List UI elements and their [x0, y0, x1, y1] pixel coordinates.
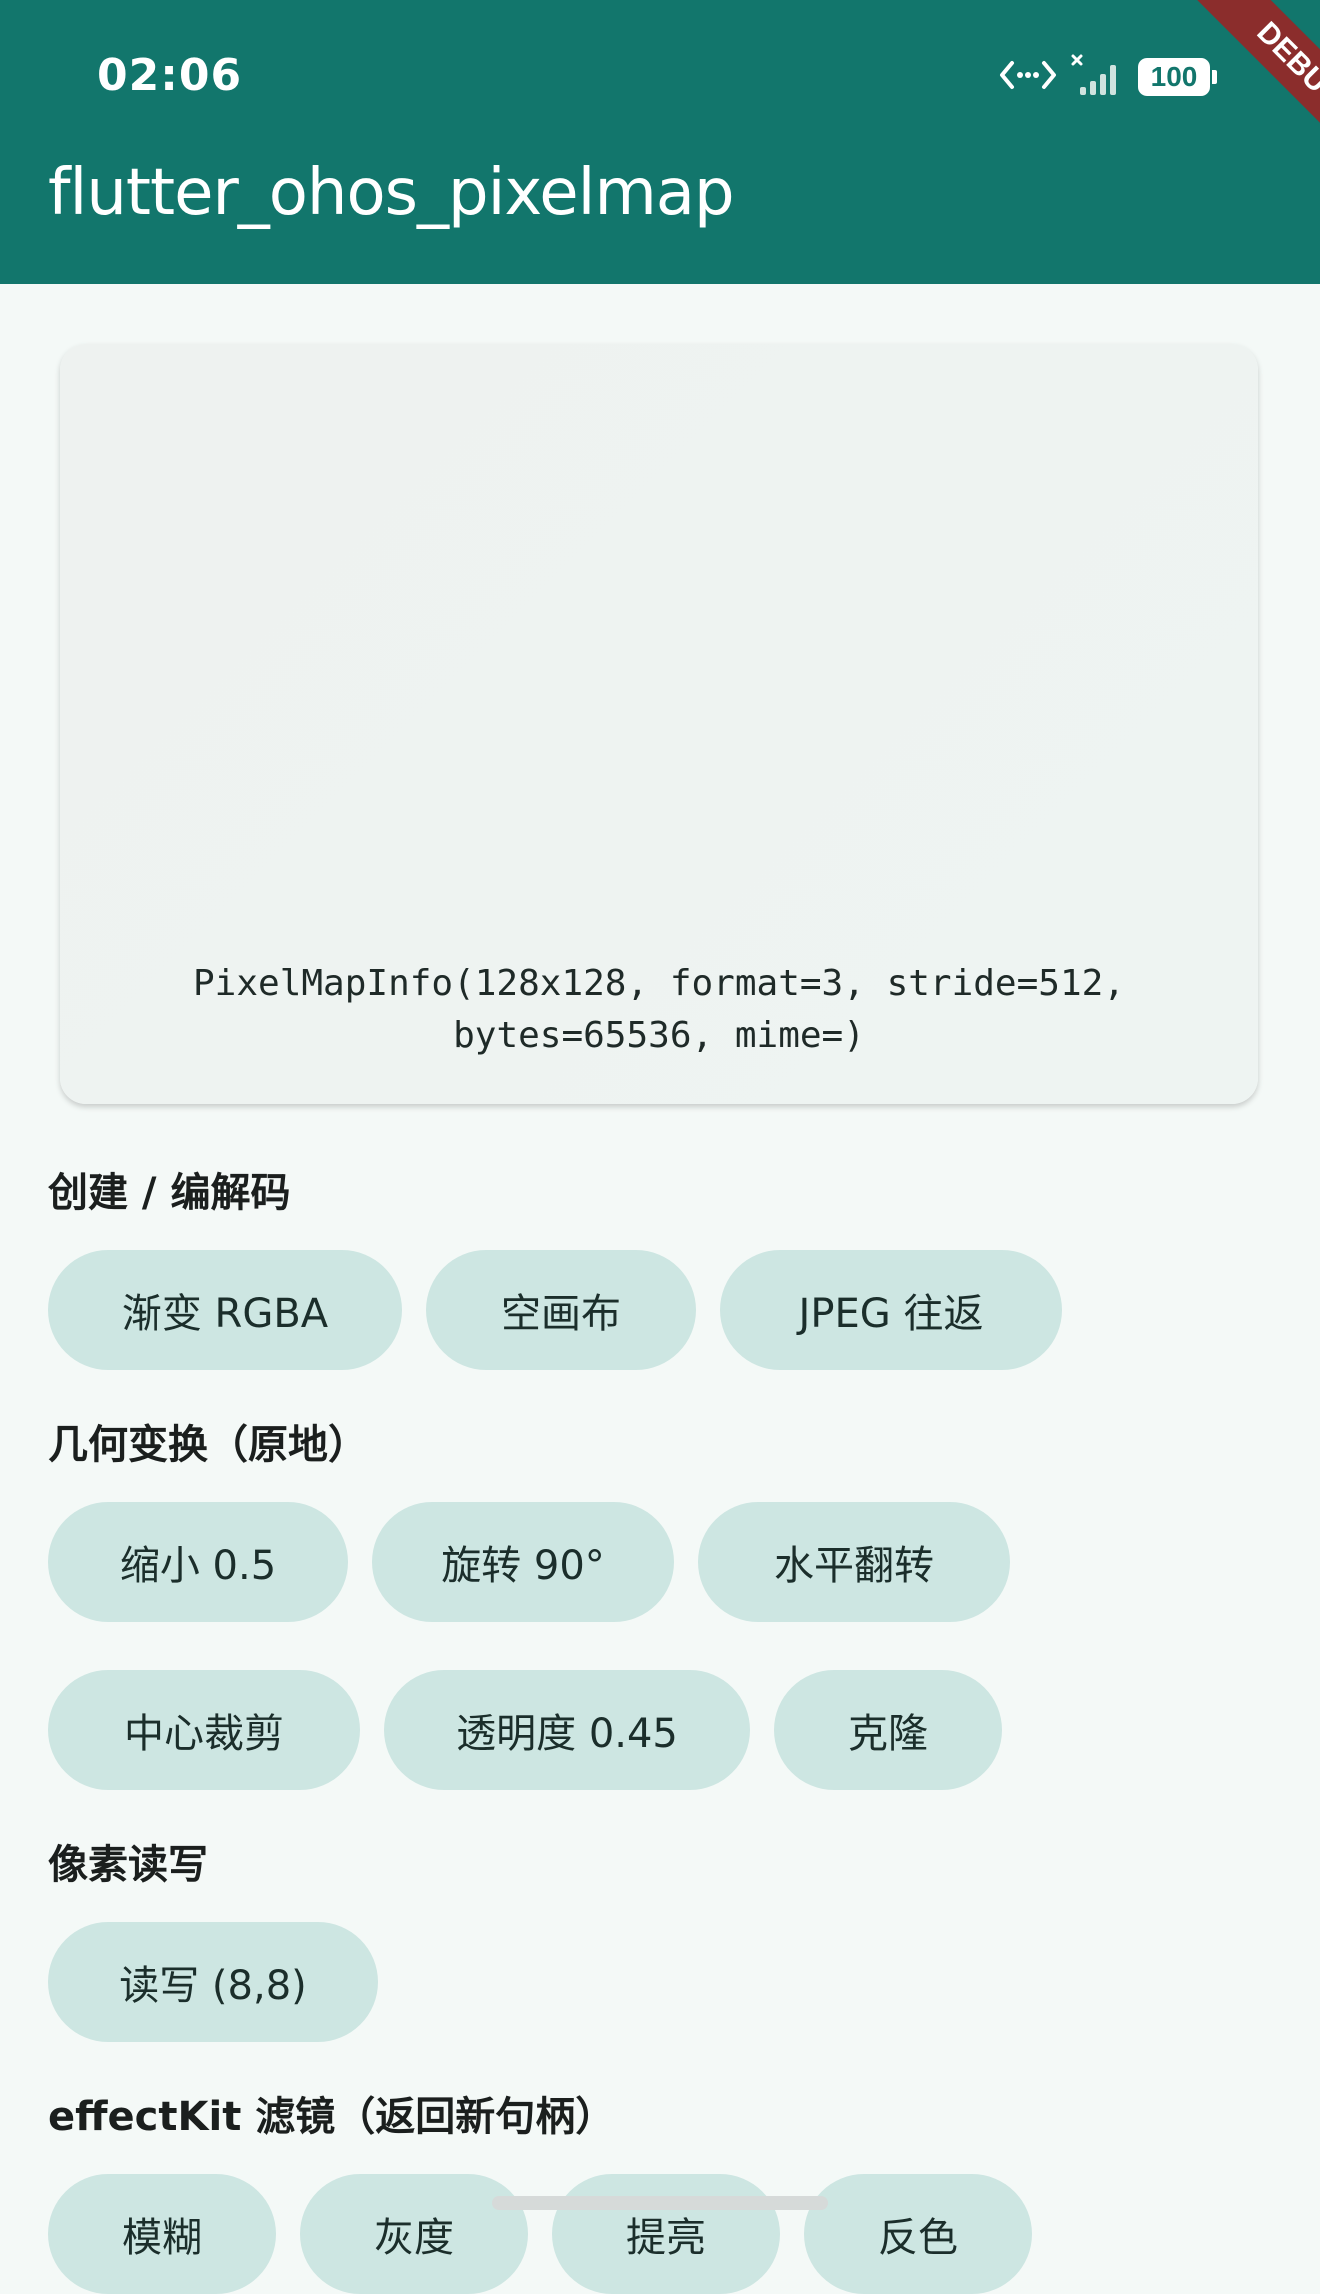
debug-banner: DEBUG	[1140, 0, 1320, 180]
flip-horizontal-button[interactable]: 水平翻转	[698, 1502, 1010, 1622]
clone-button[interactable]: 克隆	[774, 1670, 1002, 1790]
section-title-effectkit: effectKit 滤镜（返回新句柄）	[48, 2094, 616, 2140]
pixelmap-info-line-1: PixelMapInfo(128x128, format=3, stride=5…	[193, 963, 1125, 1004]
create-button-row: 渐变 RGBA 空画布 JPEG 往返	[48, 1250, 1062, 1370]
blur-button[interactable]: 模糊	[48, 2174, 276, 2294]
empty-canvas-button[interactable]: 空画布	[426, 1250, 696, 1370]
brighten-button[interactable]: 提亮	[552, 2174, 780, 2294]
section-title-create: 创建 / 编解码	[48, 1170, 291, 1216]
page-title: flutter_ohos_pixelmap	[48, 156, 735, 230]
effectkit-button-row: 模糊 灰度 提亮 反色	[48, 2174, 1032, 2294]
rotate-90-button[interactable]: 旋转 90°	[372, 1502, 674, 1622]
pixelmap-info-line-2: bytes=65536, mime=)	[453, 1015, 865, 1056]
grayscale-button[interactable]: 灰度	[300, 2174, 528, 2294]
section-title-geometry: 几何变换（原地）	[48, 1422, 368, 1468]
read-write-pixel-button[interactable]: 读写 (8,8)	[48, 1922, 378, 2042]
home-indicator[interactable]	[492, 2196, 828, 2210]
jpeg-roundtrip-button[interactable]: JPEG 往返	[720, 1250, 1062, 1370]
signal-icon	[1070, 53, 1126, 101]
status-time: 02:06	[97, 50, 243, 101]
geometry-button-row-1: 缩小 0.5 旋转 90° 水平翻转	[48, 1502, 1010, 1622]
gradient-rgba-button[interactable]: 渐变 RGBA	[48, 1250, 402, 1370]
pixelmap-info: PixelMapInfo(128x128, format=3, stride=5…	[60, 958, 1258, 1062]
data-transfer-icon	[998, 55, 1058, 99]
center-crop-button[interactable]: 中心裁剪	[48, 1670, 360, 1790]
debug-label: DEBUG	[1182, 0, 1320, 180]
geometry-button-row-2: 中心裁剪 透明度 0.45 克隆	[48, 1670, 1002, 1790]
invert-button[interactable]: 反色	[804, 2174, 1032, 2294]
app-bar: 02:06 100 flutter_ohos_pixelmap	[0, 0, 1320, 284]
scale-down-button[interactable]: 缩小 0.5	[48, 1502, 348, 1622]
opacity-button[interactable]: 透明度 0.45	[384, 1670, 750, 1790]
pixel-rw-button-row: 读写 (8,8)	[48, 1922, 378, 2042]
section-title-pixel-rw: 像素读写	[48, 1842, 208, 1888]
pixelmap-preview-card: PixelMapInfo(128x128, format=3, stride=5…	[60, 344, 1258, 1104]
